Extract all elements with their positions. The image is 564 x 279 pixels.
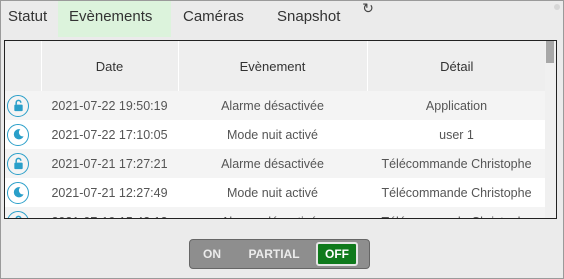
table-row[interactable]: 2021-07-19 15:43:13 Alarme désactivée Té… xyxy=(5,207,546,218)
event-name: Mode nuit activé xyxy=(178,178,367,207)
column-header-icon xyxy=(5,41,42,91)
events-table: Date Evènement Détail 2021-07-22 19:50:1… xyxy=(5,41,546,218)
event-detail: Télécommande Christophe xyxy=(367,149,546,178)
unlock-icon xyxy=(7,210,29,218)
table-row[interactable]: 2021-07-21 12:27:49 Mode nuit activé Tél… xyxy=(5,178,546,207)
tab-snapshot[interactable]: Snapshot xyxy=(267,1,353,37)
unlock-icon xyxy=(7,152,29,175)
event-name: Alarme désactivée xyxy=(178,149,367,178)
table-row[interactable]: 2021-07-22 19:50:19 Alarme désactivée Ap… xyxy=(5,91,546,120)
event-detail: Application xyxy=(367,91,546,120)
event-date: 2021-07-22 19:50:19 xyxy=(41,91,178,120)
event-date: 2021-07-22 17:10:05 xyxy=(41,120,178,149)
moon-icon xyxy=(7,181,29,204)
moon-icon xyxy=(7,123,29,146)
event-date: 2021-07-19 15:43:13 xyxy=(41,207,178,218)
table-scrollbar[interactable] xyxy=(545,41,556,218)
events-panel: Date Evènement Détail 2021-07-22 19:50:1… xyxy=(4,40,557,219)
event-detail: Télécommande Christophe xyxy=(367,178,546,207)
tab-cameras[interactable]: Caméras xyxy=(171,1,267,37)
table-header-row: Date Evènement Détail xyxy=(5,41,546,91)
window-corner-dot xyxy=(554,4,560,10)
alarm-mode-switch: ON PARTIAL OFF xyxy=(189,239,370,269)
event-name: Alarme désactivée xyxy=(178,91,367,120)
refresh-icon[interactable]: ↻ xyxy=(360,0,376,16)
column-header-event[interactable]: Evènement xyxy=(178,41,368,91)
event-detail: user 1 xyxy=(367,120,546,149)
event-date: 2021-07-21 12:27:49 xyxy=(41,178,178,207)
event-detail: Télécommande Christophe xyxy=(367,207,546,218)
mode-off-button[interactable]: OFF xyxy=(316,242,358,266)
tab-evenements[interactable]: Evènements xyxy=(58,1,171,37)
table-row[interactable]: 2021-07-21 17:27:21 Alarme désactivée Té… xyxy=(5,149,546,178)
tab-statut[interactable]: Statut xyxy=(1,1,58,37)
column-header-date[interactable]: Date xyxy=(41,41,179,91)
event-date: 2021-07-21 17:27:21 xyxy=(41,149,178,178)
mode-on-button[interactable]: ON xyxy=(192,242,232,266)
table-row[interactable]: 2021-07-22 17:10:05 Mode nuit activé use… xyxy=(5,120,546,149)
column-header-detail[interactable]: Détail xyxy=(367,41,546,91)
event-name: Mode nuit activé xyxy=(178,120,367,149)
event-name: Alarme désactivée xyxy=(178,207,367,218)
unlock-icon xyxy=(7,94,29,117)
scrollbar-thumb[interactable] xyxy=(546,41,554,63)
mode-partial-button[interactable]: PARTIAL xyxy=(232,242,316,266)
tab-bar: Statut Evènements Caméras Snapshot xyxy=(1,1,353,37)
